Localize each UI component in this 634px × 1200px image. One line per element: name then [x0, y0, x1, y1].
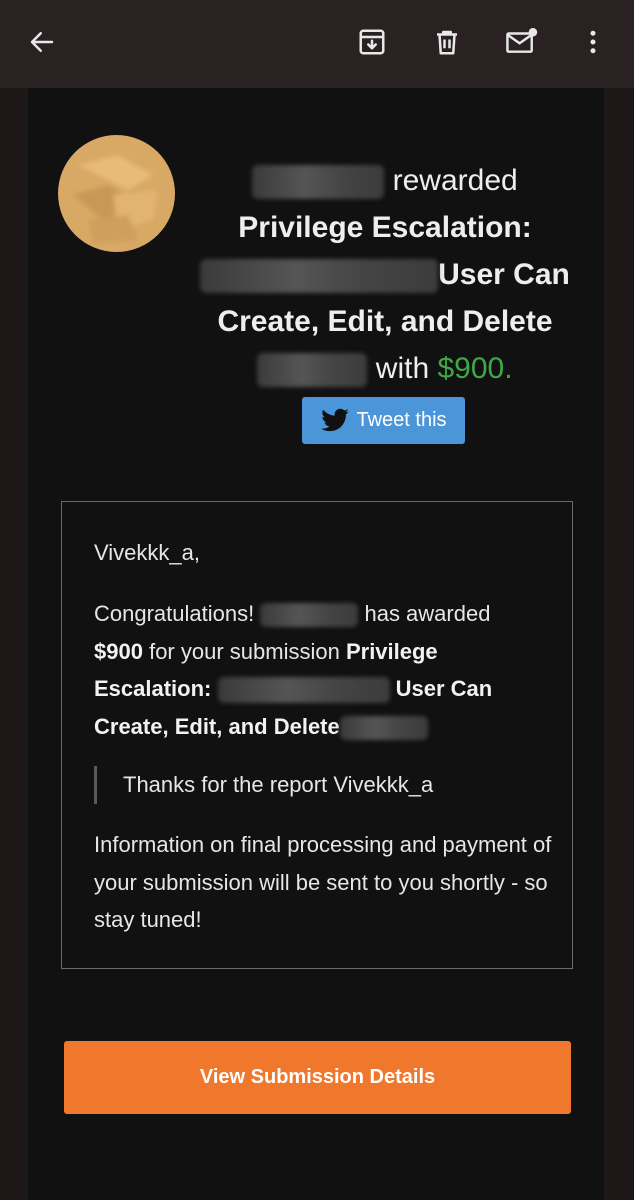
more-options-button[interactable] [573, 22, 613, 62]
headline-line-3: User Can [190, 251, 580, 298]
award-line-4: Create, Edit, and Delete [94, 708, 554, 746]
reward-headline: rewarded Privilege Escalation: User Can … [190, 157, 580, 392]
view-submission-details-label: View Submission Details [199, 1066, 436, 1088]
app-bar [0, 0, 634, 88]
info-paragraph: Information on final processing and paym… [94, 832, 552, 932]
back-button[interactable] [22, 22, 62, 62]
for-submission-text: for your submission [149, 638, 340, 664]
trash-icon [437, 30, 457, 55]
award-line-3: Escalation: User Can [94, 670, 554, 708]
redacted-object [257, 353, 368, 388]
more-vertical-icon [590, 30, 596, 54]
redacted-researcher [252, 165, 385, 200]
award-line-2: $900 for your submission Privilege [94, 633, 554, 671]
submission-title-part-2: Escalation: [94, 676, 212, 701]
twitter-bird-icon [321, 408, 350, 431]
with-text: with [375, 352, 430, 385]
redacted-object-2 [339, 715, 428, 740]
award-amount: $900 [94, 638, 143, 664]
greeting-text: Vivekkk_a, [94, 540, 200, 565]
headline-line-1: rewarded [190, 157, 580, 204]
congrats-text: Congratulations! [94, 601, 255, 626]
report-quote: Thanks for the report Vivekkk_a [94, 766, 534, 804]
archive-icon [359, 29, 385, 55]
redacted-program [200, 259, 439, 294]
arrow-left-icon [30, 32, 54, 52]
reward-amount: $900. [437, 352, 513, 385]
rewarded-text: rewarded [392, 164, 518, 197]
submission-title-part-1: Privilege [345, 638, 438, 664]
avatar-logo-image [58, 135, 175, 252]
mail-unread-icon [506, 28, 538, 53]
submission-title-part-4: Create, Edit, and Delete [94, 713, 340, 739]
headline-title-line-1: Privilege Escalation: [238, 211, 532, 244]
award-line-1: Congratulations! has awarded [94, 595, 554, 633]
message-card: Vivekkk_a, Congratulations! has awarded … [61, 501, 573, 969]
program-avatar [58, 135, 175, 252]
view-submission-details-button[interactable]: View Submission Details [64, 1041, 571, 1114]
has-awarded-text: has awarded [364, 601, 491, 626]
award-paragraph: Congratulations! has awarded $900 for yo… [94, 595, 554, 745]
archive-button[interactable] [352, 22, 392, 62]
headline-line-5: with $900. [190, 345, 580, 392]
headline-title-line-3: Create, Edit, and Delete [217, 305, 553, 338]
redacted-target [217, 677, 390, 704]
submission-title-part-3: User Can [395, 676, 493, 701]
redacted-program-name [260, 603, 359, 628]
tweet-this-label: Tweet this [356, 409, 447, 431]
tweet-this-button[interactable]: Tweet this [302, 397, 465, 444]
headline-title-line-2: User Can [438, 258, 570, 291]
delete-button[interactable] [427, 22, 467, 62]
mark-unread-button[interactable] [502, 22, 542, 62]
